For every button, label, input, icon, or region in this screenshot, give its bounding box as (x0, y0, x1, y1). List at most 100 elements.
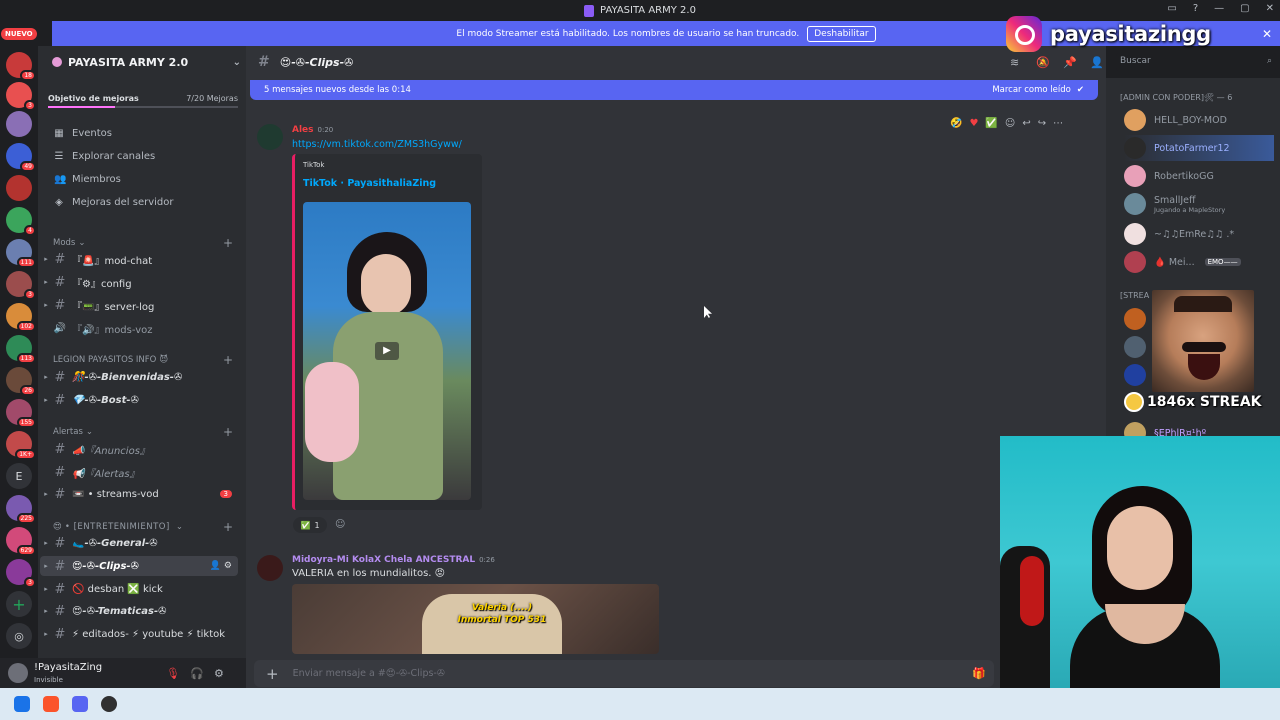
member-item[interactable]: SmallJeff Jugando a MapleStory (1124, 191, 1274, 217)
server-icon[interactable]: 1K+ (6, 431, 36, 460)
server-icon[interactable]: 629 (6, 527, 36, 556)
username[interactable]: !PayasitaZing (34, 662, 102, 673)
server-icon[interactable] (6, 111, 32, 137)
server-icon[interactable]: 102 (6, 303, 36, 332)
boost-goal[interactable]: Objetivo de mejoras 7/20 Mejoras (48, 89, 238, 107)
server-icon[interactable]: 111 (6, 239, 36, 268)
server-icon[interactable]: 3 (6, 82, 36, 111)
channel-general[interactable]: ▸ # 🥿-✇-General-✇ (40, 533, 238, 553)
more-icon[interactable]: ⋯ (1053, 118, 1063, 129)
channel-streams-vod[interactable]: ▸ # 📼 • streams-vod 3 (40, 484, 238, 504)
member-item[interactable]: 🩸 Mei... EMO—— (1124, 249, 1274, 275)
channel-mod-chat[interactable]: ▸ # 『🚨』mod-chat (40, 249, 238, 269)
close-window-button[interactable]: ✕ (1266, 3, 1274, 14)
category-entretenimiento[interactable]: 😍 • [ENTRETENIMIENTO] ⌄ + (53, 520, 233, 534)
channel-mods-voz[interactable]: 🔊 『🔊』mods-voz (40, 318, 238, 338)
nav-browse-channels[interactable]: ☰ Explorar canales (54, 151, 156, 162)
server-icon[interactable]: 155 (6, 399, 36, 428)
add-reaction-icon[interactable]: ☺ (1005, 118, 1015, 129)
mic-muted-icon[interactable]: 🎙 (166, 667, 180, 680)
add-reaction-icon[interactable]: ☺ (335, 519, 345, 530)
add-channel-icon[interactable]: + (223, 236, 233, 250)
channel-desban[interactable]: ▸ # 🚫 desban ❎ kick (40, 579, 238, 599)
nav-server-boosts[interactable]: ◈ Mejoras del servidor (54, 197, 173, 208)
minimize-button[interactable]: — (1214, 3, 1224, 14)
avatar[interactable] (257, 555, 283, 581)
server-icon[interactable]: 225 (6, 495, 36, 524)
server-icon[interactable]: 26 (6, 367, 36, 396)
add-channel-icon[interactable]: + (223, 520, 233, 534)
maximize-button[interactable]: ▢ (1240, 3, 1249, 14)
channel-alertas[interactable]: # 📢『Alertas』 (40, 462, 238, 482)
server-icon[interactable] (6, 175, 32, 201)
add-server-icon[interactable]: + (6, 591, 32, 617)
gear-icon[interactable]: ⚙ (224, 561, 232, 571)
channel-server-log[interactable]: ▸ # 『📟』server-log (40, 295, 238, 315)
disable-streamer-button[interactable]: Deshabilitar (807, 25, 876, 42)
member-item[interactable]: ~♫♫EmRe♫♫ .* (1124, 221, 1274, 247)
gift-icon[interactable]: 🎁 (972, 667, 986, 680)
member-item[interactable]: HELL_BOY-MOD (1124, 107, 1274, 133)
avatar[interactable] (257, 124, 283, 150)
channel-anuncios[interactable]: # 📣『Anuncios』 (40, 439, 238, 459)
play-icon[interactable]: ▶ (375, 342, 399, 360)
obs-icon[interactable] (101, 696, 117, 712)
add-channel-icon[interactable]: + (223, 425, 233, 439)
channel-bost[interactable]: ▸ # 💎-✇-Bost-✇ (40, 390, 238, 410)
reaction-heart-icon[interactable]: ♥ (969, 118, 978, 129)
member-list-icon[interactable]: 👤 (1090, 56, 1104, 69)
embed-video-thumbnail[interactable]: ▶ (303, 202, 471, 500)
embed-title[interactable]: TikTok · PayasithaliaZing (303, 178, 436, 189)
server-icon[interactable]: E (6, 463, 32, 489)
threads-icon[interactable]: ≋ (1010, 56, 1019, 69)
brave-icon[interactable] (43, 696, 59, 712)
discord-icon[interactable] (72, 696, 88, 712)
server-icon[interactable]: 3 (6, 271, 36, 300)
message-author[interactable]: Midoyra-Mi KolaX Chela ANCESTRAL 0:26 (292, 555, 495, 565)
avatar[interactable] (8, 663, 28, 683)
server-icon[interactable]: 49 (6, 143, 36, 172)
channel-clips[interactable]: ▸ # 😍-✇-Clips-✇ 👤 ⚙ (40, 556, 238, 576)
nav-events[interactable]: ▦ Eventos (54, 128, 112, 139)
inbox-icon[interactable]: ▭ (1167, 3, 1176, 14)
server-icon[interactable]: 4 (6, 207, 36, 236)
add-attachment-icon[interactable]: + (266, 665, 279, 683)
reaction-laugh-icon[interactable]: 🤣 (950, 118, 962, 129)
channel-editados[interactable]: ▸ # ⚡ editados- ⚡ youtube ⚡ tiktok (40, 624, 238, 644)
channel-bienvenidas[interactable]: ▸ # 🎊-✇-Bienvenidas-✇ (40, 367, 238, 387)
category-mods[interactable]: Mods ⌄ + (53, 236, 233, 250)
reply-icon[interactable]: ↩ (1022, 118, 1030, 129)
reaction-chip[interactable]: ✅ 1 (293, 517, 327, 533)
category-legion[interactable]: LEGION PAYASITOS INFO 😈 + (53, 353, 233, 367)
nav-members[interactable]: 👥 Miembros (54, 174, 121, 185)
close-banner-icon[interactable]: ✕ (1262, 27, 1272, 41)
mark-as-read-button[interactable]: Marcar como leído (992, 85, 1071, 95)
invite-icon[interactable]: 👤 (210, 561, 221, 571)
pin-icon[interactable]: 📌 (1063, 56, 1077, 69)
search-input[interactable]: Buscar ⌕ (1116, 53, 1276, 71)
windows-start-icon[interactable] (14, 696, 30, 712)
message-link[interactable]: https://vm.tiktok.com/ZMS3hGyww/ (292, 139, 462, 150)
message-text: VALERIA en los mundialitos. 😡 (292, 568, 446, 579)
server-icon[interactable]: 113 (6, 335, 36, 364)
member-item[interactable]: RobertikoGG (1124, 163, 1274, 189)
reaction-check-icon[interactable]: ✅ (985, 118, 997, 129)
member-item[interactable]: PotatoFarmer12 (1124, 135, 1274, 161)
text-channel-icon: # (54, 603, 66, 619)
server-header[interactable]: PAYASITA ARMY 2.0 ⌄ (46, 52, 241, 72)
discover-icon[interactable]: ◎ (6, 623, 32, 649)
channel-config[interactable]: ▸ # 『⚙』config (40, 272, 238, 292)
category-alertas[interactable]: Alertas ⌄ + (53, 425, 233, 439)
server-icon[interactable]: 3 (6, 559, 36, 588)
headphones-icon[interactable]: 🎧 (190, 667, 204, 680)
forward-icon[interactable]: ↪ (1038, 118, 1046, 129)
server-icon[interactable]: 18 (6, 52, 36, 81)
help-icon[interactable]: ? (1193, 3, 1198, 14)
new-messages-bar[interactable]: 5 mensajes nuevos desde las 0:14 Marcar … (250, 80, 1098, 100)
add-channel-icon[interactable]: + (223, 353, 233, 367)
message-composer[interactable]: + Enviar mensaje a #😍-✇-Clips-✇ (254, 660, 994, 687)
gear-icon[interactable]: ⚙ (214, 667, 224, 680)
message-author[interactable]: Ales 0:20 (292, 125, 333, 135)
notifications-muted-icon[interactable]: 🔕 (1036, 56, 1050, 69)
channel-tematicas[interactable]: ▸ # 😍-✇-Tematicas-✇ (40, 601, 238, 621)
